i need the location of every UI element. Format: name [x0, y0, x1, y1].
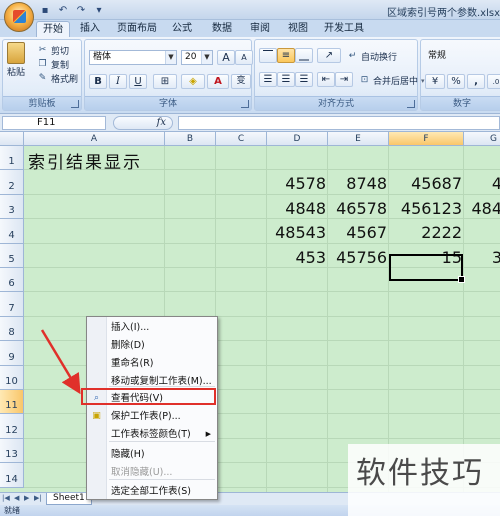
- annotation-arrow: [40, 329, 81, 395]
- watermark: 软件技巧: [348, 444, 500, 516]
- annotation-arrow-line: [40, 329, 81, 395]
